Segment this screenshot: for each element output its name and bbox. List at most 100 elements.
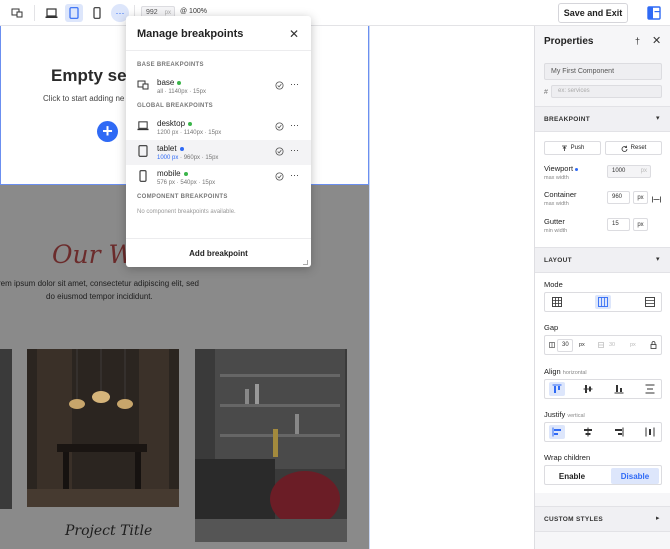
more-options-icon[interactable]: ⋯ bbox=[290, 120, 299, 131]
chevron-down-icon: ▾ bbox=[656, 115, 660, 122]
justify-center-icon[interactable] bbox=[580, 425, 596, 439]
more-options-icon[interactable]: ⋯ bbox=[290, 170, 299, 181]
breakpoint-row-desktop[interactable]: desktop 1200 px · 1140px · 15px ⋯ bbox=[126, 115, 311, 140]
zoom-level[interactable]: @ 100% bbox=[180, 8, 207, 15]
breakpoint-name: mobile bbox=[157, 169, 188, 178]
row-gap-icon bbox=[598, 342, 604, 348]
tablet-icon bbox=[138, 145, 148, 157]
mobile-view-icon[interactable] bbox=[88, 4, 106, 22]
mode-label: Mode bbox=[544, 280, 563, 289]
check-circle-icon[interactable] bbox=[275, 81, 284, 90]
properties-panel: Properties † ✕ My First Component # ex: … bbox=[534, 26, 670, 549]
rows-mode-icon[interactable] bbox=[642, 295, 658, 309]
more-options-icon[interactable]: ⋯ bbox=[290, 145, 299, 156]
status-dot bbox=[575, 167, 579, 171]
add-element-button[interactable]: + bbox=[97, 121, 118, 142]
pin-icon[interactable]: † bbox=[635, 36, 640, 46]
breakpoint-meta: all · 1140px · 15px bbox=[157, 89, 206, 95]
panel-layout-icon[interactable] bbox=[645, 4, 663, 22]
align-selector bbox=[544, 379, 662, 399]
reset-icon bbox=[621, 145, 628, 152]
check-circle-icon[interactable] bbox=[275, 122, 284, 131]
mode-selector bbox=[544, 292, 662, 312]
tablet-view-icon[interactable] bbox=[65, 4, 83, 22]
layout-section-header[interactable]: LAYOUT ▾ bbox=[535, 247, 670, 273]
container-label: Container bbox=[544, 190, 577, 199]
chevron-down-icon: ▾ bbox=[656, 256, 660, 263]
breakpoint-name: tablet bbox=[157, 144, 184, 153]
check-circle-icon[interactable] bbox=[275, 147, 284, 156]
base-breakpoints-label: BASE BREAKPOINTS bbox=[137, 62, 204, 68]
breakpoints-icon[interactable] bbox=[8, 4, 26, 22]
element-id-input[interactable]: ex: services bbox=[551, 85, 662, 98]
breakpoint-section-header[interactable]: BREAKPOINT ▾ bbox=[535, 106, 670, 132]
viewport-unit: px bbox=[640, 168, 647, 174]
close-icon[interactable]: ✕ bbox=[652, 34, 661, 47]
wrap-disable-button[interactable]: Disable bbox=[611, 468, 659, 484]
wrap-enable-button[interactable]: Enable bbox=[548, 468, 596, 484]
column-gap-input[interactable]: 30 bbox=[557, 339, 573, 352]
lock-icon[interactable] bbox=[650, 341, 657, 349]
add-breakpoint-button[interactable]: Add breakpoint bbox=[126, 238, 311, 267]
viewport-width-value: 992 bbox=[146, 9, 158, 16]
desktop-view-icon[interactable] bbox=[42, 4, 60, 22]
section-heading: Our W bbox=[52, 240, 135, 269]
project-image-bar bbox=[195, 349, 347, 542]
custom-styles-section-header[interactable]: CUSTOM STYLES ▸ bbox=[535, 506, 670, 532]
save-and-exit-button[interactable]: Save and Exit bbox=[558, 3, 628, 23]
justify-end-icon[interactable] bbox=[611, 425, 627, 439]
breakpoint-row-tablet[interactable]: tablet 1000 px · 960px · 15px ⋯ bbox=[126, 140, 311, 165]
breakpoint-section-body: Push Reset Viewport max width 1000 px Co… bbox=[535, 132, 670, 247]
section-label: LAYOUT bbox=[544, 257, 572, 264]
justify-label: Justify vertical bbox=[544, 410, 585, 419]
project-image-dining bbox=[27, 349, 179, 507]
section-body-line: do eiusmod tempor incididunt. bbox=[46, 292, 153, 301]
columns-mode-icon[interactable] bbox=[595, 295, 611, 309]
breakpoint-meta: 576 px · 540px · 15px bbox=[157, 180, 216, 186]
justify-selector bbox=[544, 422, 662, 442]
row-gap-unit[interactable]: px bbox=[630, 342, 636, 348]
breakpoint-name: desktop bbox=[157, 119, 193, 128]
section-label: BREAKPOINT bbox=[544, 116, 590, 123]
check-circle-icon[interactable] bbox=[275, 172, 284, 181]
container-width-input[interactable]: 960 bbox=[607, 191, 630, 204]
justify-space-between-icon[interactable] bbox=[642, 425, 658, 439]
status-dot bbox=[188, 121, 193, 126]
breakpoints-icon bbox=[137, 80, 149, 90]
push-icon bbox=[561, 145, 567, 151]
chevron-right-icon: ▸ bbox=[656, 515, 660, 522]
align-bottom-icon[interactable] bbox=[611, 382, 627, 396]
gutter-label: Gutter bbox=[544, 217, 565, 226]
gutter-unit-select[interactable]: px bbox=[633, 218, 648, 231]
align-center-icon[interactable] bbox=[580, 382, 596, 396]
status-dot bbox=[179, 146, 184, 151]
push-label: Push bbox=[570, 145, 585, 151]
gutter-width-input[interactable]: 15 bbox=[607, 218, 630, 231]
align-top-icon[interactable] bbox=[549, 382, 565, 396]
resize-handle-icon[interactable] bbox=[303, 260, 308, 265]
close-icon[interactable]: ✕ bbox=[289, 27, 299, 41]
breakpoint-meta: 1200 px · 1140px · 15px bbox=[157, 130, 222, 136]
column-gap-unit[interactable]: px bbox=[579, 342, 585, 348]
reset-label: Reset bbox=[630, 145, 647, 151]
breakpoint-meta: 1000 px · 960px · 15px bbox=[157, 155, 219, 161]
laptop-icon bbox=[137, 121, 149, 131]
gap-inputs: 30 px 30 px bbox=[544, 335, 662, 355]
align-stretch-icon[interactable] bbox=[642, 382, 658, 396]
more-options-icon[interactable]: ⋯ bbox=[290, 79, 299, 90]
breakpoint-row-mobile[interactable]: mobile 576 px · 540px · 15px ⋯ bbox=[126, 165, 311, 190]
component-name-input[interactable]: My First Component bbox=[544, 63, 662, 80]
empty-state-text: No component breakpoints available. bbox=[137, 209, 236, 215]
grid-mode-icon[interactable] bbox=[549, 295, 565, 309]
push-button[interactable]: Push bbox=[544, 141, 601, 155]
reset-button[interactable]: Reset bbox=[605, 141, 662, 155]
expand-width-icon[interactable] bbox=[652, 194, 661, 206]
breakpoint-row-base[interactable]: base all · 1140px · 15px ⋯ bbox=[126, 74, 311, 99]
justify-start-icon[interactable] bbox=[549, 425, 565, 439]
row-gap-input[interactable]: 30 bbox=[609, 342, 615, 348]
project-image-partial bbox=[0, 349, 12, 509]
wrap-toggle: Enable Disable bbox=[544, 465, 662, 485]
popover-title: Manage breakpoints bbox=[137, 28, 244, 40]
empty-section-subtitle: Click to start adding ne bbox=[43, 94, 125, 103]
container-unit-select[interactable]: px bbox=[633, 191, 648, 204]
